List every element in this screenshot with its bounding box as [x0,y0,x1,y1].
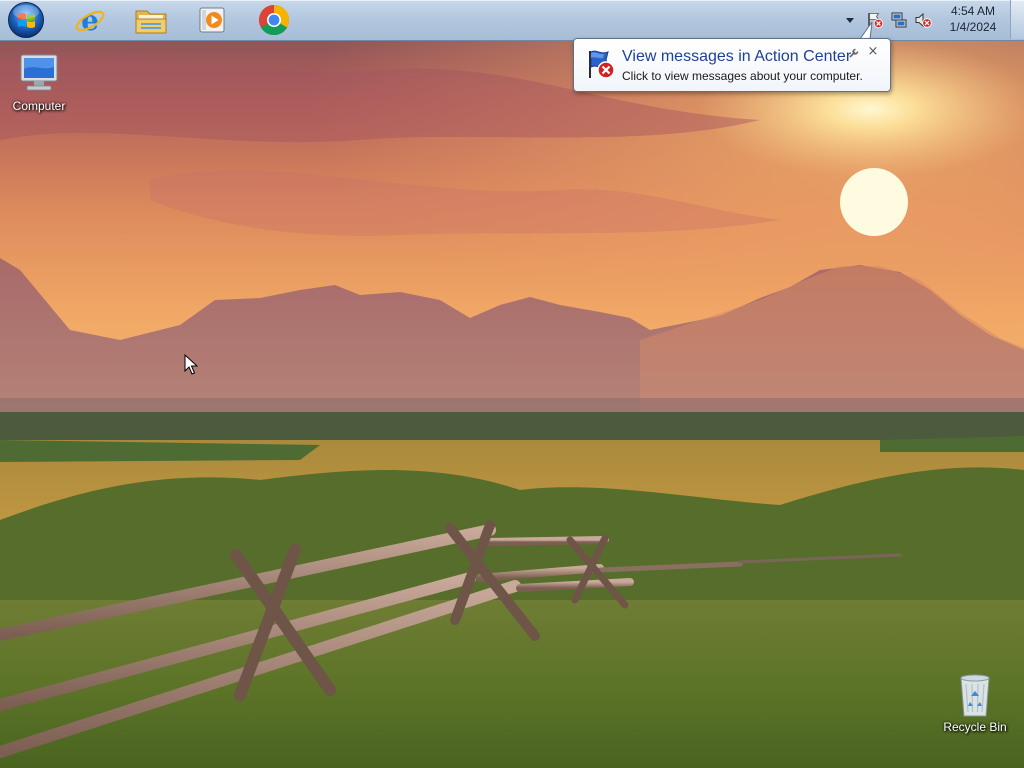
media-player-icon [199,7,225,33]
recycle-bin-icon [951,670,999,718]
taskbar-windows-explorer[interactable] [125,1,177,39]
taskbar-internet-explorer[interactable]: e [64,1,116,39]
computer-icon [15,49,63,97]
tray-network[interactable] [890,11,908,29]
chevron-down-icon [846,18,854,23]
balloon-title: View messages in Action Center [622,48,852,65]
show-desktop-button[interactable] [1010,0,1024,39]
desktop-icon-label: Recycle Bin [943,720,1007,734]
clock-date: 1/4/2024 [949,20,997,34]
balloon-options-button[interactable] [848,47,860,59]
wrench-icon [849,48,859,58]
internet-explorer-icon: e [75,4,105,36]
windows-orb-icon [8,2,44,38]
desktop-wallpaper [0,0,1024,768]
taskbar-google-chrome[interactable] [248,1,300,39]
action-center-flag-icon [584,47,618,81]
mouse-pointer-icon [184,354,198,375]
action-center-notification[interactable]: View messages in Action Center Click to … [573,38,891,92]
desktop-icon-label: Computer [12,99,66,113]
taskbar-clock[interactable]: 4:54 AM 1/4/2024 [938,3,1008,37]
clock-time: 4:54 AM [950,4,996,18]
balloon-tail [858,21,878,40]
chrome-icon [258,4,290,36]
tray-volume[interactable] [914,11,932,29]
folder-icon [135,10,167,34]
network-icon [891,12,907,28]
tray-overflow-button[interactable] [842,12,858,28]
volume-muted-icon [915,12,932,28]
balloon-message: Click to view messages about your comput… [622,69,863,83]
svg-text:e: e [81,4,99,36]
desktop-icon-recycle-bin[interactable]: Recycle Bin [937,670,1013,734]
taskbar-media-player[interactable] [186,1,238,39]
balloon-close-button[interactable]: × [866,45,880,59]
start-button[interactable] [7,1,45,39]
desktop-icon-computer[interactable]: Computer [1,49,77,113]
